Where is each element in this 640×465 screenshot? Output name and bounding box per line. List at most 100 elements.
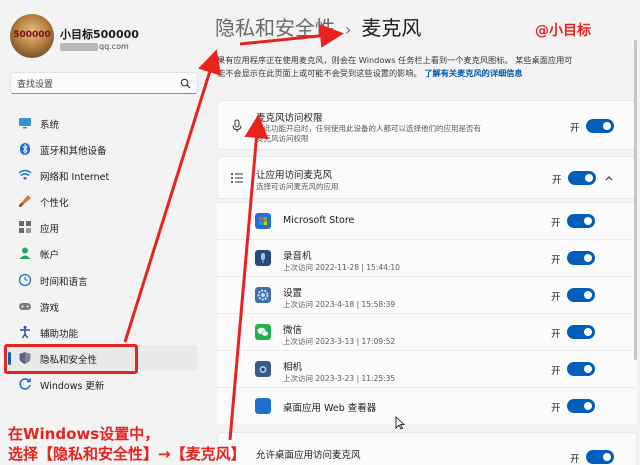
update-icon [19, 378, 31, 390]
toggle-state-label: 开 [551, 255, 561, 266]
app-toggle-camera[interactable] [567, 362, 595, 376]
app-name: 设置 [283, 288, 303, 299]
sidebar-item-accessibility[interactable]: 辅助功能 [8, 319, 198, 345]
mic-access-toggle[interactable] [586, 119, 614, 133]
page-description: 果有应用程序正在使用麦克风，则会在 Windows 任务栏上看到一个麦克风图标。… [217, 54, 637, 80]
app-last-access: 上次访问 2023-3-13 | 17:09:52 [283, 337, 396, 346]
toggle-state-label: 开 [551, 403, 561, 414]
toggle-knob [584, 328, 592, 336]
desktop-apps-title: 允许桌面应用访问麦克风 [256, 450, 361, 461]
sidebar-item-bluetooth[interactable]: 蓝牙和其他设备 [8, 136, 198, 162]
list-icon [231, 173, 243, 183]
sidebar-item-accounts[interactable]: 帐户 [8, 240, 198, 266]
search-icon[interactable] [180, 78, 191, 89]
sidebar-item-label: 游戏 [40, 302, 60, 314]
email-redaction [60, 42, 98, 51]
sidebar-item-label: 时间和语言 [40, 276, 88, 288]
app-toggle-web-viewer[interactable] [567, 399, 595, 413]
app-name: 相机 [283, 362, 303, 373]
search-placeholder: 查找设置 [17, 80, 54, 90]
app-toggle-settings[interactable] [567, 288, 595, 302]
app-last-access: 上次访问 2023-3-23 | 11:25:35 [283, 374, 396, 383]
desktop-apps-toggle[interactable] [586, 450, 614, 464]
globe-clock-icon [18, 273, 32, 286]
microphone-icon [232, 119, 242, 132]
sidebar-nav: 系统 蓝牙和其他设备 网络和 Internet 个性化 应用 帐户 时间和语言 [8, 110, 198, 397]
avatar[interactable]: 500000 [10, 14, 54, 58]
app-row-settings: 设置 上次访问 2023-4-18 | 15:58:39 开 [217, 276, 637, 313]
toggle-state-label: 开 [570, 454, 580, 465]
toggle-state-label: 开 [570, 123, 580, 134]
toggle-state-label: 开 [551, 329, 561, 340]
description-line: 能不会显示在此页面上或可能不会受到这些设置的影响。 了解有关麦克风的详细信息 [217, 67, 637, 80]
recorder-icon [255, 250, 271, 266]
user-profile[interactable]: 500000 小目标500000 qq.com [10, 14, 200, 64]
breadcrumb: 隐私和安全性 › 麦克风 [215, 12, 421, 41]
app-access-title: 让应用访问麦克风 [256, 170, 333, 181]
web-viewer-icon [255, 398, 271, 414]
wifi-icon [18, 169, 32, 181]
sidebar-item-label: 系统 [40, 120, 60, 131]
sidebar-item-label: 个性化 [40, 198, 69, 210]
sidebar-item-label: 网络和 Internet [40, 172, 110, 184]
toggle-state-label: 开 [551, 366, 561, 377]
main-content: 隐私和安全性 › 麦克风 @小目标 果有应用程序正在使用麦克风，则会在 Window… [205, 0, 640, 465]
toggle-knob [584, 402, 592, 410]
sidebar-item-time-language[interactable]: 时间和语言 [8, 267, 198, 293]
toggle-knob [603, 122, 611, 130]
app-toggle-wechat[interactable] [567, 325, 595, 339]
person-icon [19, 247, 31, 260]
learn-more-link[interactable]: 了解有关麦克风的详细信息 [424, 68, 522, 78]
profile-name: 小目标500000 [60, 28, 139, 41]
brush-icon [19, 195, 31, 208]
settings-gear-icon [255, 287, 271, 303]
sidebar-item-apps[interactable]: 应用 [8, 214, 198, 240]
app-access-card[interactable]: 让应用访问麦克风 选择可访问麦克风的应用 开 [217, 156, 637, 199]
active-indicator [8, 351, 11, 365]
search-input[interactable]: 查找设置 [10, 72, 198, 94]
sidebar-item-network[interactable]: 网络和 Internet [8, 162, 198, 188]
app-name: 录音机 [283, 251, 312, 262]
mic-access-subtitle: 麦克风访问权限 [256, 134, 309, 143]
gamepad-icon [19, 302, 31, 310]
app-last-access: 上次访问 2022-11-28 | 15:44:10 [283, 263, 400, 272]
toggle-state-label: 开 [552, 175, 562, 186]
app-name: 微信 [283, 325, 303, 336]
toggle-knob [584, 254, 592, 262]
bluetooth-icon [20, 143, 30, 156]
description-text: 能不会显示在此页面上或可能不会受到这些设置的影响。 [217, 68, 422, 78]
chevron-up-icon[interactable] [604, 173, 614, 183]
watermark: @小目标 [535, 23, 591, 39]
app-name: Microsoft Store [283, 215, 355, 226]
mic-access-title: 麦克风访问权限 [256, 113, 323, 124]
mouse-cursor-icon [395, 416, 405, 430]
app-access-toggle[interactable] [568, 171, 596, 185]
sidebar-item-system[interactable]: 系统 [8, 110, 198, 136]
breadcrumb-parent[interactable]: 隐私和安全性 [215, 16, 335, 40]
breadcrumb-separator: › [345, 20, 352, 39]
shield-icon [19, 351, 31, 364]
sidebar-item-label: 应用 [40, 224, 60, 236]
accessibility-icon [20, 325, 30, 339]
toggle-knob [584, 217, 592, 225]
apps-icon [19, 221, 31, 234]
app-name: 桌面应用 Web 查看器 [283, 403, 377, 414]
sidebar-item-windows-update[interactable]: Windows 更新 [8, 371, 198, 397]
sidebar-item-gaming[interactable]: 游戏 [8, 293, 198, 319]
sidebar-item-privacy-security[interactable]: 隐私和安全性 [8, 344, 198, 371]
profile-email: qq.com [60, 42, 129, 51]
scrollbar[interactable] [634, 40, 637, 360]
wechat-icon [255, 324, 271, 340]
app-access-subtitle: 选择可访问麦克风的应用 [256, 182, 339, 191]
mic-access-card: 麦克风访问权限 当此功能开启时，任何使用此设备的人都可以选择他们的应用是否有 麦… [217, 100, 637, 150]
sidebar-item-label: 隐私和安全性 [40, 354, 98, 366]
app-row-camera: 相机 上次访问 2023-3-23 | 11:25:35 开 [217, 350, 637, 387]
app-last-access: 上次访问 2023-4-18 | 15:58:39 [283, 300, 396, 309]
toggle-state-label: 开 [551, 292, 561, 303]
app-toggle-microsoft-store[interactable] [567, 214, 595, 228]
app-toggle-recorder[interactable] [567, 251, 595, 265]
app-row-recorder: 录音机 上次访问 2022-11-28 | 15:44:10 开 [217, 239, 637, 276]
description-line: 果有应用程序正在使用麦克风，则会在 Windows 任务栏上看到一个麦克风图标。… [217, 55, 573, 65]
sidebar-item-label: Windows 更新 [40, 380, 105, 392]
sidebar-item-personalization[interactable]: 个性化 [8, 188, 198, 214]
